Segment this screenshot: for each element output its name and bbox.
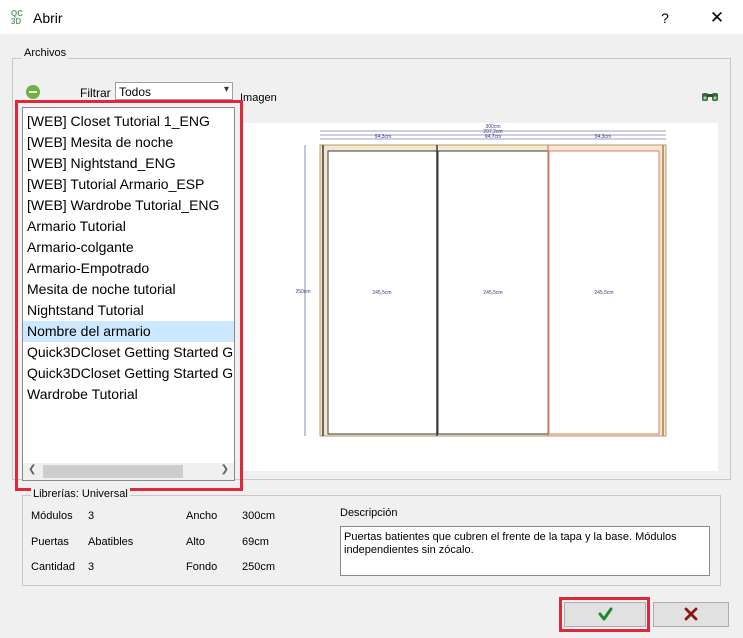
ancho-label: Ancho bbox=[186, 510, 218, 522]
filter-value: Todos bbox=[119, 85, 152, 99]
chevron-down-icon: ▾ bbox=[223, 84, 229, 95]
door-label: 245,5cm bbox=[372, 290, 391, 296]
alto-value: 69cm bbox=[242, 536, 269, 548]
height-label: 250cm bbox=[295, 289, 310, 295]
list-item[interactable]: [WEB] Closet Tutorial 1_ENG bbox=[23, 111, 234, 132]
list-item[interactable]: [WEB] Mesita de noche bbox=[23, 132, 234, 153]
door-label: 245,5cm bbox=[594, 290, 613, 296]
descripcion-field[interactable]: Puertas batientes que cubren el frente d… bbox=[340, 526, 710, 576]
puertas-value: Abatibles bbox=[88, 536, 134, 548]
scrollbar-thumb[interactable] bbox=[43, 465, 183, 478]
file-list[interactable]: [WEB] Closet Tutorial 1_ENG [WEB] Mesita… bbox=[22, 107, 235, 481]
ancho-value: 300cm bbox=[242, 510, 276, 522]
alto-label: Alto bbox=[186, 536, 205, 548]
ok-button[interactable] bbox=[564, 602, 646, 627]
list-item[interactable]: Wardrobe Tutorial bbox=[23, 384, 234, 405]
scroll-left-icon[interactable]: ❮ bbox=[28, 464, 36, 475]
wardrobe-drawing: 300cm 297,2cm 94,7cm 94,3cm 94,3cm 250cm… bbox=[295, 124, 667, 437]
list-item[interactable]: Armario Tutorial bbox=[23, 216, 234, 237]
dimension-label: 94,7cm bbox=[485, 134, 501, 140]
list-item-selected[interactable]: Nombre del armario bbox=[23, 321, 234, 342]
list-item[interactable]: Quick3DCloset Getting Started Gu bbox=[23, 363, 234, 384]
list-item[interactable]: Armario-colgante bbox=[23, 237, 234, 258]
list-item[interactable]: [WEB] Nightstand_ENG bbox=[23, 153, 234, 174]
binoculars-icon[interactable] bbox=[701, 90, 719, 102]
horizontal-scrollbar[interactable]: ❮ ❯ bbox=[23, 463, 234, 480]
door-label: 245,5cm bbox=[483, 290, 502, 296]
archivos-group-title: Archivos bbox=[22, 47, 69, 59]
list-item[interactable]: [WEB] Wardrobe Tutorial_ENG bbox=[23, 195, 234, 216]
library-group-title: Librerías: Universal bbox=[31, 488, 130, 500]
cantidad-value: 3 bbox=[88, 561, 95, 573]
close-button[interactable]: ✕ bbox=[706, 7, 728, 29]
preview-image: 300cm 297,2cm 94,7cm 94,3cm 94,3cm 250cm… bbox=[243, 123, 718, 471]
descripcion-label: Descripción bbox=[340, 507, 398, 519]
modulos-value: 3 bbox=[88, 510, 95, 522]
list-item[interactable]: Armario-Empotrado bbox=[23, 258, 234, 279]
remove-icon[interactable] bbox=[26, 85, 40, 99]
help-button[interactable]: ? bbox=[655, 8, 675, 28]
cantidad-label: Cantidad bbox=[31, 561, 76, 573]
list-item[interactable]: Quick3DCloset Getting Started Gu bbox=[23, 342, 234, 363]
scroll-right-icon[interactable]: ❯ bbox=[221, 464, 229, 475]
fondo-value: 250cm bbox=[242, 561, 276, 573]
list-item[interactable]: Nightstand Tutorial bbox=[23, 300, 234, 321]
cancel-button[interactable] bbox=[653, 602, 729, 627]
filter-select[interactable]: Todos ▾ bbox=[115, 82, 233, 100]
close-icon bbox=[684, 607, 698, 621]
window-title: Abrir bbox=[33, 10, 63, 26]
image-label: Imagen bbox=[240, 92, 277, 104]
puertas-label: Puertas bbox=[31, 536, 69, 548]
modulos-label: Módulos bbox=[31, 510, 73, 522]
checkmark-icon bbox=[598, 607, 613, 621]
dimension-label: 94,3cm bbox=[595, 134, 611, 140]
filter-label: Filtrar bbox=[80, 86, 111, 100]
list-item[interactable]: Mesita de noche tutorial bbox=[23, 279, 234, 300]
title-bar: QC 3D Abrir ? ✕ bbox=[0, 0, 743, 34]
app-logo-icon: QC 3D bbox=[11, 9, 23, 26]
list-item[interactable]: [WEB] Tutorial Armario_ESP bbox=[23, 174, 234, 195]
fondo-label: Fondo bbox=[186, 561, 218, 573]
dimension-label: 94,3cm bbox=[375, 134, 391, 140]
